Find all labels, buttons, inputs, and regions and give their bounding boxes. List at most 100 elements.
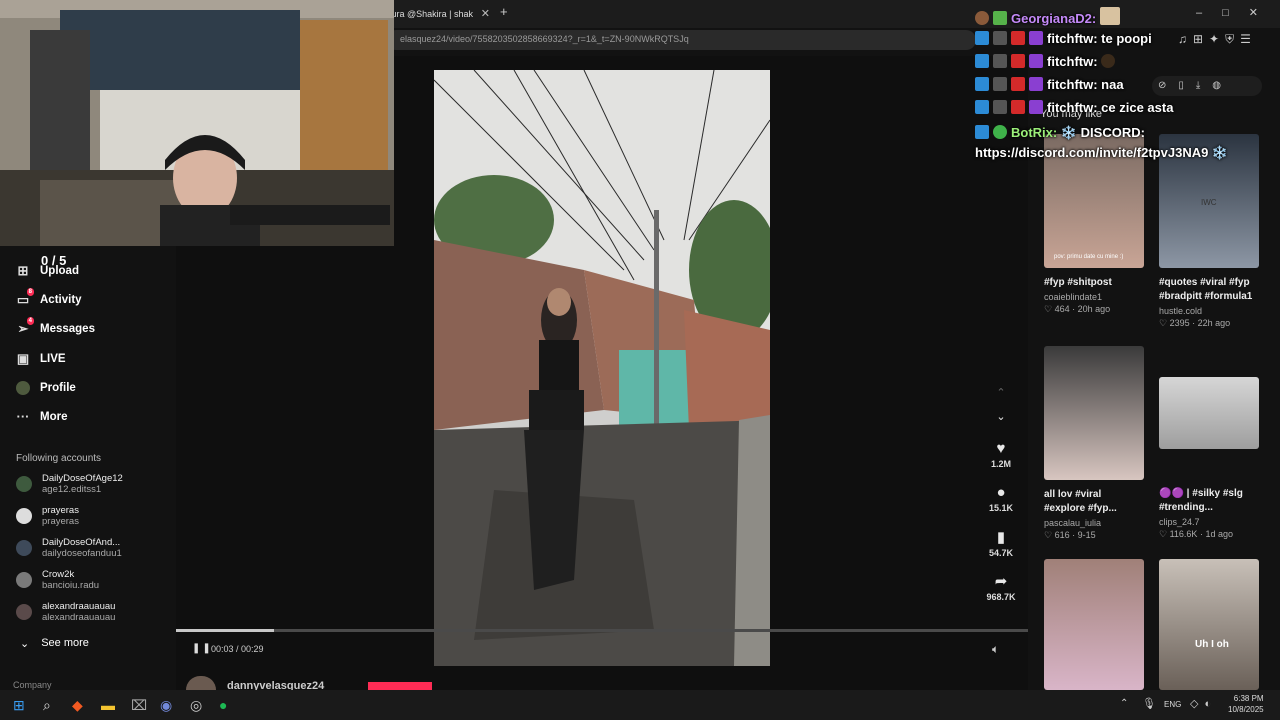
sidebar-item-live[interactable]: ▣ LIVE [16,352,66,366]
video-meta: ♡ 616 · 9-15 [1044,530,1096,540]
mod-icon [975,31,989,45]
avatar [16,476,32,492]
recommended-video[interactable]: pov: primu date cu mine :) #fyp #shitpos… [1044,134,1144,315]
sidebar-item-profile[interactable]: Profile [16,381,76,395]
following-account[interactable]: DailyDoseOfAge12 age12.editss1 [16,473,123,495]
prev-video-button[interactable]: ⌃ [980,386,1022,399]
heart-icon: ♥ [996,440,1006,457]
recommended-video[interactable]: Uh I oh [1159,559,1259,690]
mod-icon [975,100,989,114]
video-title: all lov #viral #explore #fyp... [1044,489,1117,514]
following-header: Following accounts [16,453,102,464]
recommended-video[interactable]: all lov #viral #explore #fyp... pascalau… [1044,346,1144,541]
more-icon: ··· [16,409,30,424]
thumbnail-caption: Uh I oh [1195,639,1229,650]
search-icon[interactable]: ⌕ [43,697,51,714]
like-button[interactable]: ♥ 1.2M [980,440,1022,469]
windows-start-icon[interactable]: ⊞ [13,697,25,714]
new-tab-button[interactable]: + [500,4,508,19]
account-handle: bancioiu.radu [42,580,100,591]
emote-icon [1099,7,1120,25]
sidebar-item-label: More [40,411,68,423]
window-controls[interactable]: –□✕ [1196,6,1278,19]
mod-icon [975,54,989,68]
browser-tab[interactable]: rtura @Shakira | shak ✕ [386,4,494,24]
following-account[interactable]: alexandraauauau alexandraauauau [16,601,115,623]
video-user: clips_24.7 [1159,517,1200,527]
chat-message: fitchftw: [975,54,1119,69]
player-control-row[interactable]: ⊘▯⤓◍ [1152,76,1262,96]
follow-button[interactable] [368,682,432,690]
following-account[interactable]: DailyDoseOfAnd... dailydoseofanduu1 [16,537,122,559]
share-count: 968.7K [986,592,1016,602]
sidebar-item-label: Profile [40,382,76,394]
upload-icon: ⊞ [17,263,29,278]
likes: 464 [1054,304,1070,314]
video-player[interactable] [434,70,770,666]
gift-icon [1011,54,1025,68]
share-button[interactable]: ➦ 968.7K [980,572,1022,602]
badge-icon [993,77,1007,91]
account-handle: age12.editss1 [42,484,102,495]
close-tab-icon[interactable]: ✕ [481,4,490,24]
volume-icon[interactable]: 🔈︎ [992,642,999,657]
language-indicator[interactable]: ENG [1164,700,1181,709]
tray-chevron-icon[interactable]: ⌃ [1120,698,1128,709]
chat-user: GeorgianaD2: [1011,11,1097,26]
chat-text: ce zice asta [1101,100,1174,115]
browser-toolbar-icons[interactable]: ♫⊞✦⛨☰ [1178,32,1257,47]
sidebar-item-label: Activity [40,294,82,306]
network-volume-icons[interactable]: ◇◐ [1190,697,1217,710]
pause-button[interactable]: ❚❚ [192,643,213,654]
url-text[interactable]: elasquez24/video/7558203502858669324?_r=… [400,34,689,44]
discord-icon[interactable]: ◉ [160,697,172,714]
age: 20h ago [1077,304,1111,314]
terminal-icon[interactable]: ⌧ [131,697,147,714]
bookmark-button[interactable]: ▮ 54.7K [980,528,1022,558]
sub-icon [1029,31,1043,45]
thumbnail-caption: IWC [1201,198,1217,207]
chat-text: te poopi [1101,31,1152,46]
video-progress[interactable] [176,629,1028,632]
spotify-icon[interactable]: ● [219,697,227,713]
video-time: 00:03 / 00:29 [211,644,264,654]
sidebar-item-activity[interactable]: ▭ 8 Activity [16,288,82,307]
see-more-button[interactable]: ⌄ See more [20,637,89,650]
following-account[interactable]: Crow2k bancioiu.radu [16,569,99,591]
account-name: DailyDoseOfAge12 [42,473,123,484]
chevron-down-icon: ⌄ [996,411,1006,423]
avatar [16,381,30,395]
video-user: pascalau_iulia [1044,518,1102,528]
tab-title: rtura @Shakira | shak [386,9,474,19]
chat-message: fitchftw: te poopi [975,31,1152,46]
clock[interactable]: 6:38 PM 10/8/2025 [1228,693,1264,715]
chat-user: fitchftw: [1047,100,1098,115]
recommended-video[interactable]: IWC #quotes #viral #fyp #bradpitt #formu… [1159,134,1259,329]
sidebar-item-more[interactable]: ··· More [16,409,68,424]
video-user: coaieblindate1 [1044,292,1103,302]
avatar [16,508,32,524]
activity-icon: ▭ 8 [16,288,34,307]
chat-user: fitchftw: [1047,54,1098,69]
company-link[interactable]: Company [13,680,52,690]
badge-icon [993,31,1007,45]
emote-icon [1101,54,1116,68]
like-count: 1.2M [990,459,1011,469]
brave-browser-icon[interactable]: ◆ [72,697,83,714]
recommended-video[interactable]: 🟣🟣 | #silky #slg #trending... clips_24.7… [1159,377,1259,540]
chat-message: fitchftw: ce zice asta [975,100,1173,115]
verified-icon [993,125,1007,139]
sidebar-item-upload[interactable]: ⊞ Upload [16,264,79,278]
chat-message: BotRix: ❄️ DISCORD: [975,125,1145,141]
microphone-icon[interactable]: 🎙︎ [1142,697,1156,710]
next-video-button[interactable]: ⌄ [980,410,1022,423]
badge-icon [993,11,1007,25]
file-explorer-icon[interactable]: ▬ [101,697,115,713]
obs-icon[interactable]: ◎ [190,697,202,714]
comment-button[interactable]: ● 15.1K [980,484,1022,513]
following-account[interactable]: prayeras prayeras [16,505,79,527]
video-title: #fyp #shitpost [1044,277,1112,288]
chat-user: BotRix: [1011,125,1058,140]
sidebar-item-messages[interactable]: ➢ 4 Messages [16,317,95,336]
recommended-video[interactable] [1044,559,1144,690]
